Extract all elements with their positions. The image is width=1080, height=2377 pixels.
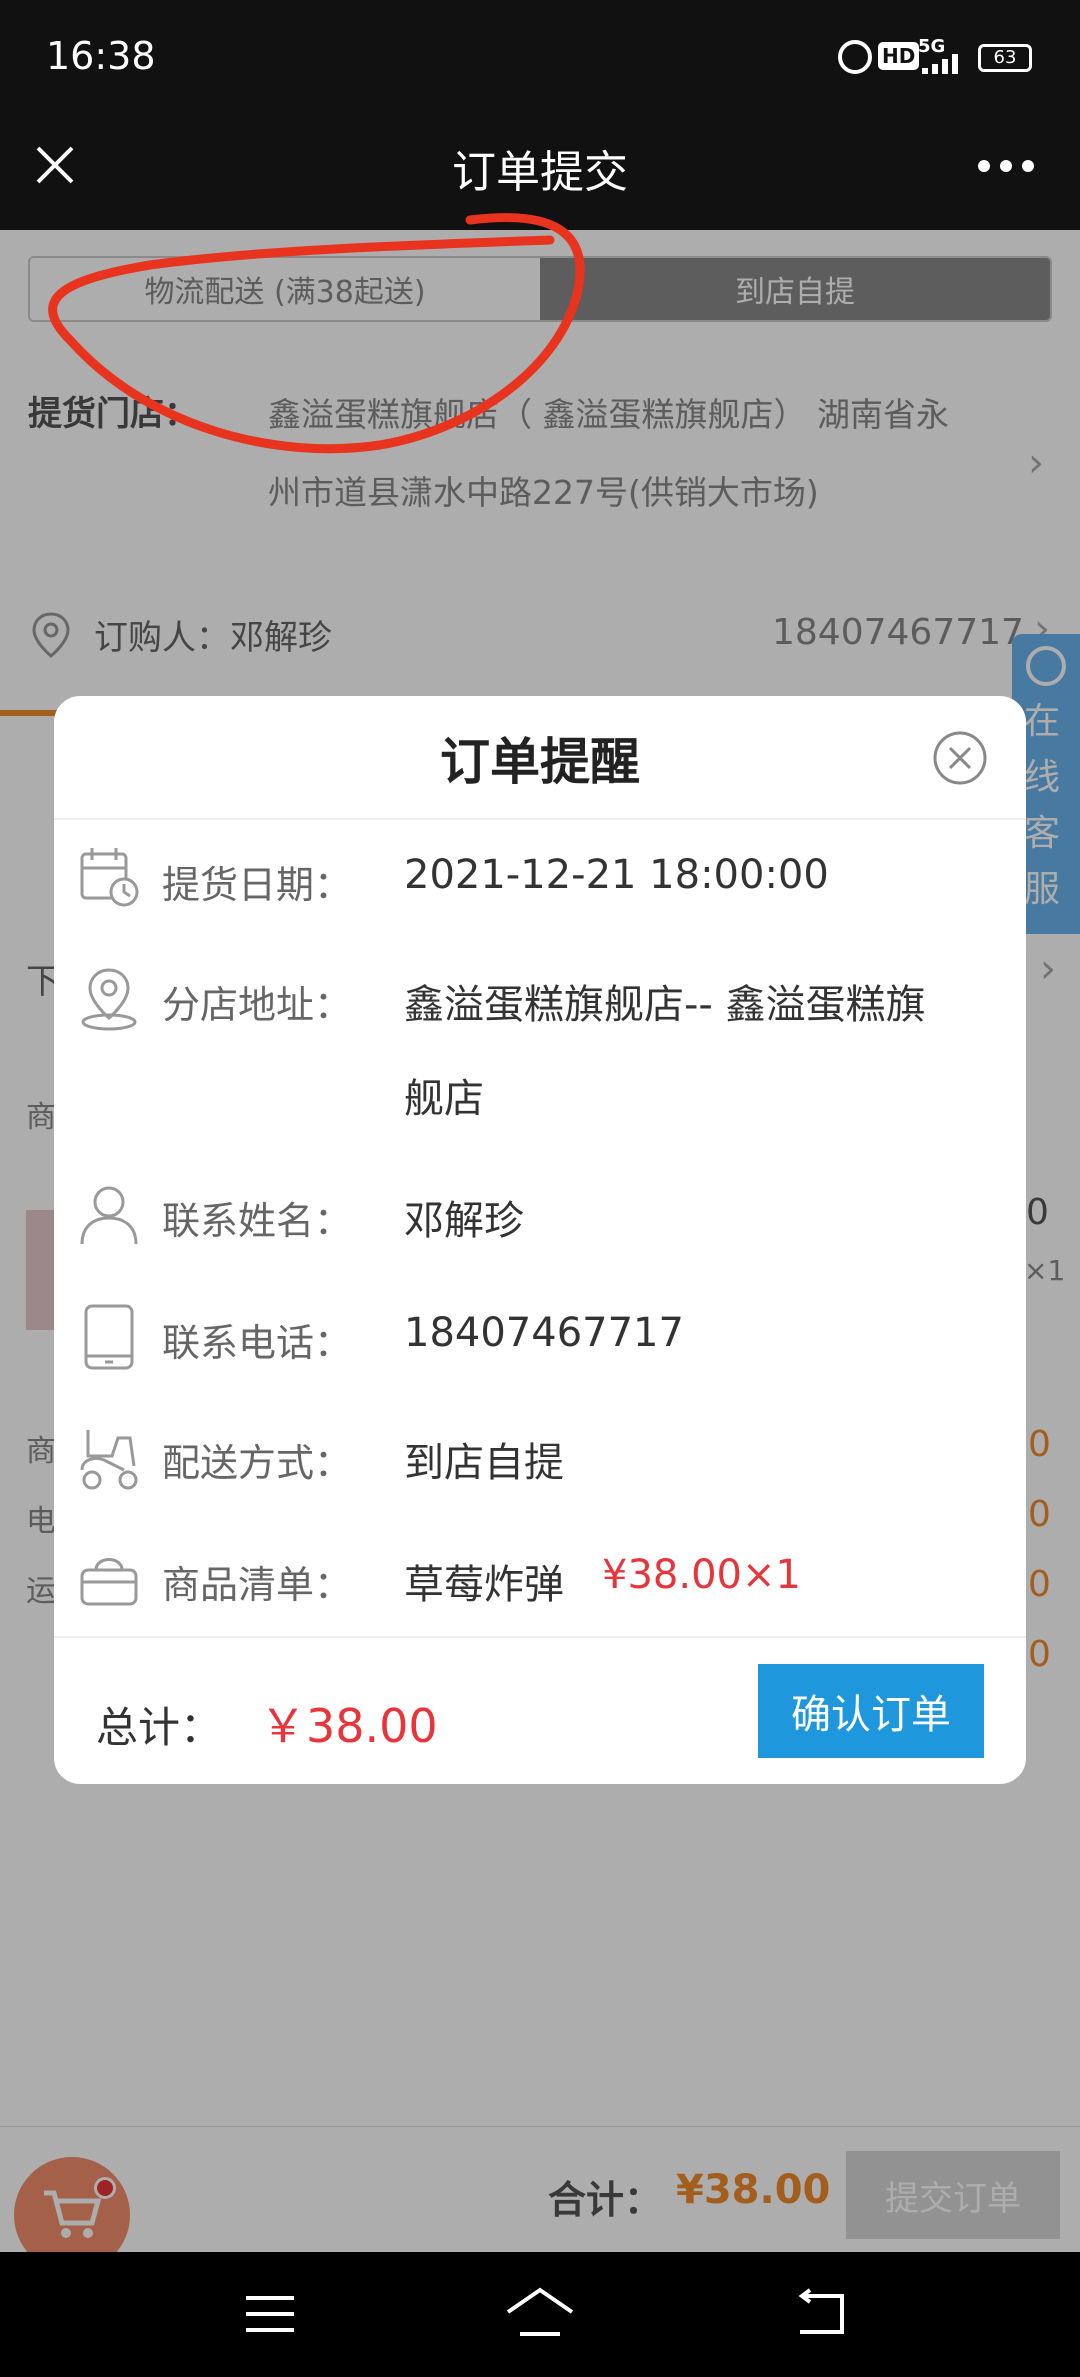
tablet-icon <box>78 1304 140 1370</box>
system-nav-bar <box>0 2252 1080 2377</box>
signal-icon <box>920 52 970 74</box>
product-price-qty: ¥38.00×1 <box>602 1552 801 1598</box>
dialog-total-label: 总计： <box>96 1703 223 1752</box>
more-icon[interactable] <box>976 158 1036 174</box>
menu-icon[interactable] <box>244 2292 296 2340</box>
scooter-icon <box>78 1426 140 1492</box>
dialog-title: 订单提醒 <box>440 733 640 791</box>
red-circle-annotation <box>48 213 585 454</box>
location-pin-icon <box>78 966 140 1032</box>
divider <box>54 818 1026 820</box>
branch-address-value-line2: 舰店 <box>404 1076 484 1122</box>
hd-badge: HD <box>878 42 920 70</box>
dialog-total-value: ￥38.00 <box>260 1699 438 1753</box>
person-icon <box>78 1184 140 1246</box>
back-icon[interactable] <box>794 2288 850 2342</box>
close-circle-icon[interactable] <box>932 730 988 790</box>
branch-address-value-line1: 鑫溢蛋糕旗舰店-- 鑫溢蛋糕旗 <box>404 982 926 1028</box>
status-bar: 16:38 HD 5G 63 <box>0 0 1080 120</box>
basket-icon <box>78 1548 140 1610</box>
confirm-order-button[interactable]: 确认订单 <box>758 1664 984 1758</box>
order-reminder-dialog: 订单提醒 提货日期： 2021-12-21 18:00:00 分店地址： 鑫溢蛋… <box>54 696 1026 1784</box>
calendar-clock-icon <box>78 846 140 908</box>
delivery-method-label: 配送方式： <box>162 1441 353 1485</box>
status-time: 16:38 <box>46 34 156 78</box>
battery-icon: 63 <box>978 44 1032 72</box>
page-title: 订单提交 <box>452 147 628 198</box>
pickup-date-value: 2021-12-21 18:00:00 <box>404 852 829 898</box>
home-icon[interactable] <box>504 2286 576 2344</box>
delivery-method-value: 到店自提 <box>404 1440 564 1486</box>
product-list-label: 商品清单： <box>162 1563 353 1607</box>
contact-name-value: 邓解珍 <box>404 1198 524 1244</box>
alarm-icon <box>838 40 872 74</box>
product-name: 草莓炸弹 <box>404 1562 564 1608</box>
contact-name-label: 联系姓名： <box>162 1199 353 1243</box>
contact-phone-label: 联系电话： <box>162 1321 353 1365</box>
divider <box>54 1636 1026 1638</box>
branch-address-label: 分店地址： <box>162 983 353 1027</box>
contact-phone-value: 18407467717 <box>404 1310 684 1356</box>
pickup-date-label: 提货日期： <box>162 863 353 907</box>
